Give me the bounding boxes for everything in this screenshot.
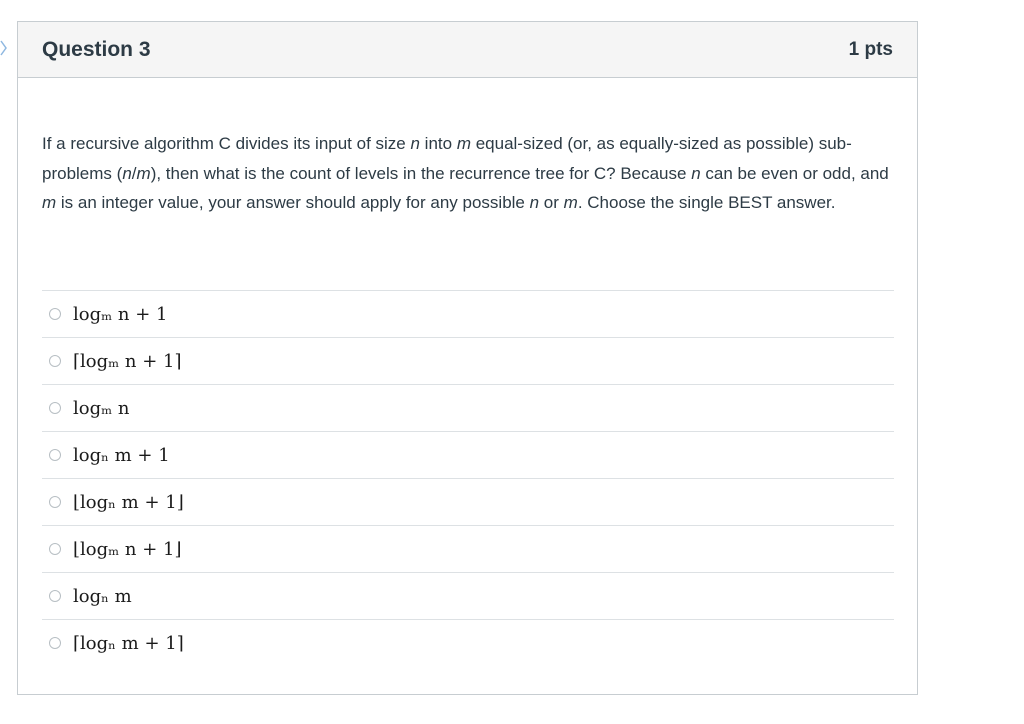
question-title: Question 3 (42, 37, 151, 61)
answer-option[interactable]: logₙ m + 1 (42, 431, 894, 478)
answer-label: ⌊logₙ m + 1⌋ (73, 491, 184, 513)
radio-button[interactable] (49, 590, 61, 602)
answer-option[interactable]: logₘ n (42, 384, 894, 431)
answer-label: logₘ n + 1 (73, 303, 168, 325)
answer-list: logₘ n + 1 ⌈logₘ n + 1⌉ logₘ n logₙ m + … (42, 290, 894, 666)
answer-option[interactable]: ⌊logₙ m + 1⌋ (42, 478, 894, 525)
radio-button[interactable] (49, 543, 61, 555)
answer-label: ⌈logₙ m + 1⌉ (73, 632, 184, 654)
radio-button[interactable] (49, 637, 61, 649)
answer-label: ⌈logₘ n + 1⌉ (73, 350, 182, 372)
answer-option[interactable]: logₙ m (42, 572, 894, 619)
answer-option[interactable]: ⌊logₘ n + 1⌋ (42, 525, 894, 572)
question-body: If a recursive algorithm C divides its i… (42, 129, 894, 218)
answer-option[interactable]: ⌈logₘ n + 1⌉ (42, 337, 894, 384)
answer-option[interactable]: ⌈logₙ m + 1⌉ (42, 619, 894, 666)
answer-label: logₙ m (73, 585, 132, 607)
answer-label: logₘ n (73, 397, 130, 419)
radio-button[interactable] (49, 496, 61, 508)
radio-button[interactable] (49, 449, 61, 461)
question-text: If a recursive algorithm C divides its i… (42, 134, 889, 212)
answer-option[interactable]: logₘ n + 1 (42, 290, 894, 337)
radio-button[interactable] (49, 355, 61, 367)
question-card: Question 3 1 pts If a recursive algorith… (17, 21, 918, 695)
radio-button[interactable] (49, 308, 61, 320)
collapse-arrow-icon[interactable] (0, 38, 8, 58)
question-points: 1 pts (848, 38, 893, 60)
answer-label: logₙ m + 1 (73, 444, 170, 466)
radio-button[interactable] (49, 402, 61, 414)
answer-label: ⌊logₘ n + 1⌋ (73, 538, 182, 560)
question-header: Question 3 1 pts (18, 22, 917, 78)
